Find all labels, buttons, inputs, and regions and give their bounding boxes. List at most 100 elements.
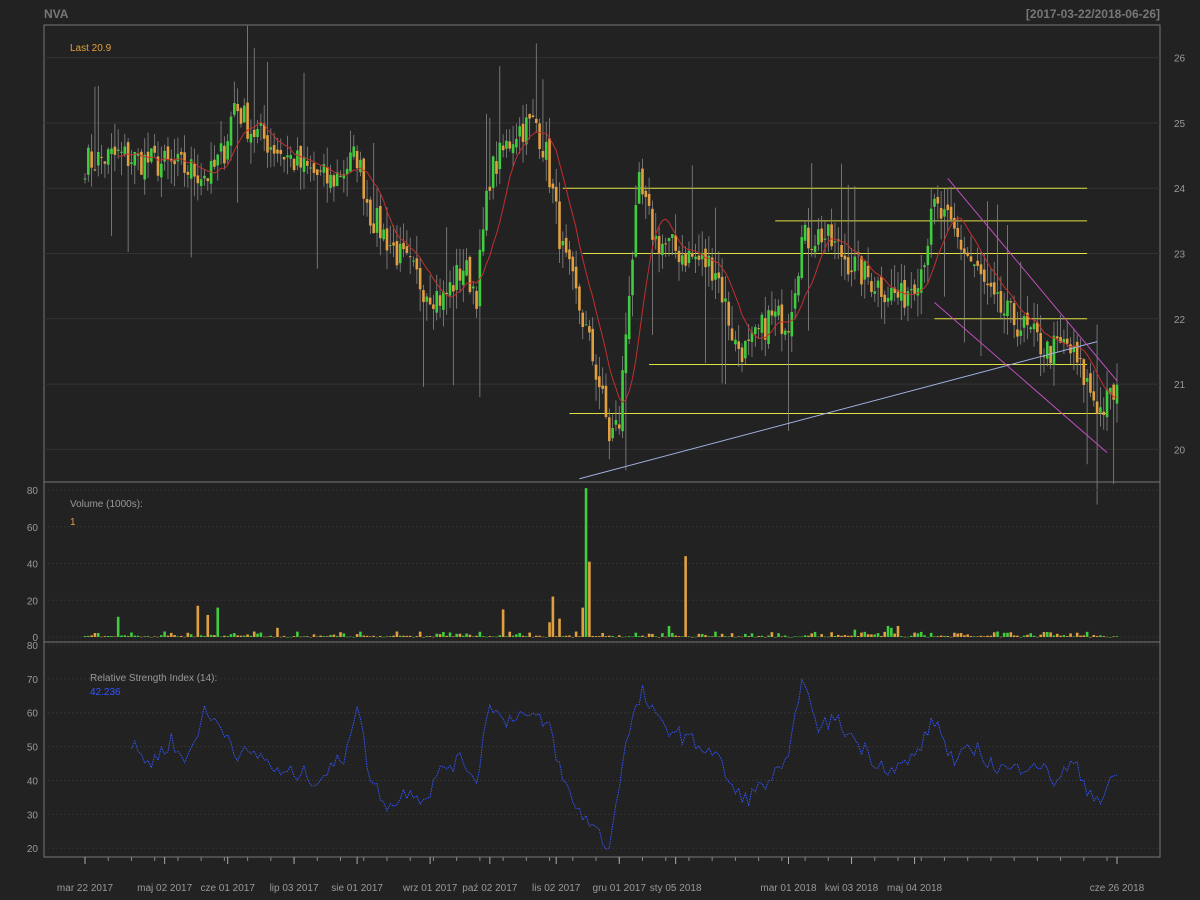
rsi-tick-label: 80 — [27, 641, 39, 652]
volume-bar — [999, 636, 1003, 638]
candle-body — [680, 255, 684, 265]
volume-bar — [787, 636, 790, 638]
candle-body — [332, 175, 336, 187]
volume-bar — [644, 636, 648, 638]
volume-bar — [906, 636, 910, 638]
candle-body — [1095, 401, 1099, 414]
volume-bar — [156, 636, 160, 638]
candle-body — [272, 145, 276, 154]
candle-body — [1032, 323, 1036, 330]
volume-bar — [508, 631, 512, 637]
volume-bar — [299, 636, 302, 638]
volume-bar — [515, 634, 518, 637]
volume-bar — [425, 635, 429, 637]
candle-body — [598, 376, 601, 388]
candle-body — [488, 186, 492, 191]
volume-bar — [979, 635, 983, 637]
x-axis: mar 22 2017 maj 02 2017 cze 01 2017 lip 03 … — [57, 857, 1145, 894]
volume-bar — [631, 636, 634, 638]
volume-bar — [710, 636, 714, 637]
candle-body — [933, 198, 936, 207]
volume-bar — [544, 636, 548, 638]
candle-body — [355, 150, 359, 169]
candle-body — [306, 160, 309, 166]
candle-body — [770, 310, 774, 316]
candle-body — [1006, 300, 1009, 317]
candle-body — [1019, 330, 1023, 336]
candle-body — [866, 265, 870, 278]
volume-bar — [312, 634, 316, 637]
volume-bar — [1115, 636, 1119, 637]
volume-bar — [199, 635, 203, 637]
candle-body — [860, 256, 863, 285]
candle-body — [637, 172, 641, 204]
volume-bar — [890, 627, 893, 637]
volume-bar — [422, 636, 425, 638]
support-resistance-levels — [562, 187, 1108, 414]
candle-body — [644, 190, 648, 197]
volume-bar — [1042, 632, 1046, 637]
candle-body — [661, 243, 664, 256]
volume-bar — [694, 636, 697, 638]
volume-bar — [604, 636, 608, 637]
candle-body — [1085, 377, 1089, 382]
candle-body — [501, 145, 505, 151]
x-tick-label: mar 22 2017 — [57, 883, 114, 894]
volume-bar — [737, 636, 741, 637]
x-tick-label: cze 26 2018 — [1090, 883, 1145, 894]
candle-body — [1009, 301, 1013, 303]
volume-bar — [116, 616, 120, 637]
volume-bar — [704, 635, 707, 637]
candle-body — [83, 178, 87, 180]
volume-bar — [438, 634, 442, 637]
candle-body — [1112, 384, 1115, 400]
rsi-tick-label: 60 — [27, 709, 39, 720]
candle-body — [266, 135, 269, 153]
candle-body — [909, 288, 913, 291]
volume-bar — [657, 636, 661, 638]
volume-bar — [671, 632, 674, 637]
candle-body — [790, 311, 794, 337]
candle-body — [880, 276, 883, 297]
candle-body — [365, 199, 369, 203]
candle-body — [707, 255, 711, 267]
candle-body — [452, 285, 455, 292]
candle-body — [840, 244, 843, 257]
volume-bar — [120, 635, 123, 637]
volume-bar — [840, 635, 843, 637]
candle-body — [495, 161, 498, 174]
candle-body — [269, 147, 273, 150]
volume-bars — [83, 488, 1119, 638]
candle-body — [780, 304, 784, 334]
volume-bar — [375, 636, 379, 638]
candle-body — [783, 330, 787, 335]
volume-bar — [90, 635, 93, 637]
rsi-tick-label: 70 — [27, 675, 39, 686]
volume-bar — [471, 636, 475, 637]
volume-bar — [359, 631, 362, 637]
volume-bar — [292, 636, 296, 637]
candle-body — [787, 331, 790, 333]
candle-body — [966, 252, 969, 256]
volume-bar — [1095, 636, 1099, 637]
candle-body — [372, 223, 375, 234]
volume-bar — [564, 635, 568, 637]
volume-bar — [385, 636, 389, 637]
volume-bar — [687, 636, 691, 637]
volume-bar — [724, 636, 727, 637]
candle-body — [93, 169, 97, 171]
candle-body — [634, 205, 638, 257]
volume-bar — [880, 636, 883, 637]
volume-bar — [1039, 634, 1042, 637]
candle-body — [335, 172, 339, 186]
candle-body — [946, 204, 950, 211]
candle-body — [106, 149, 110, 165]
candle-body — [760, 314, 764, 333]
moving-average-line — [118, 121, 1118, 403]
candle-body — [485, 190, 488, 231]
volume-bar — [1099, 635, 1102, 637]
volume-bar — [388, 636, 392, 637]
price-tick-label: 26 — [1174, 54, 1186, 65]
candle-body — [359, 159, 362, 173]
volume-bar — [143, 636, 147, 637]
